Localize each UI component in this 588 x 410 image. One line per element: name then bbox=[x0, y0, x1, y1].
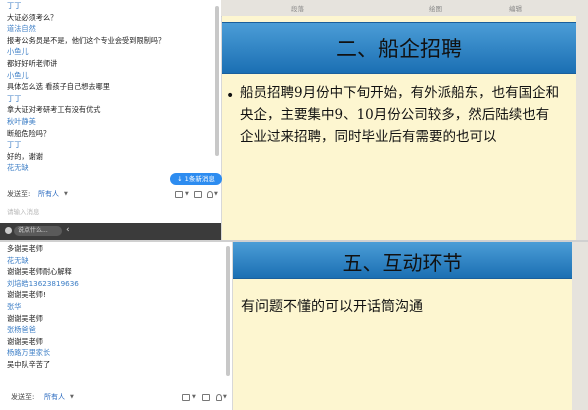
slide-body-text: 有问题不懂的可以开话筒沟通 bbox=[241, 299, 423, 315]
chevron-down-icon[interactable]: ▼ bbox=[223, 390, 227, 404]
chat-message-text: 大证必须考么？ bbox=[7, 12, 58, 22]
chat-scrollbar[interactable] bbox=[226, 246, 230, 376]
slide-title: 二、船企招聘 bbox=[336, 37, 462, 61]
chat-message-text: 具体怎么选 看孩子自己想去哪里 bbox=[7, 82, 110, 92]
chat-sender-name[interactable]: 花无缺 bbox=[7, 163, 29, 172]
chat-message-text: 多谢吴老师 bbox=[7, 244, 43, 253]
quick-reply-input[interactable]: 说点什么... bbox=[14, 226, 62, 236]
ribbon-label-paragraph: 段落 bbox=[291, 5, 304, 13]
slide-title: 五、互动环节 bbox=[342, 251, 463, 275]
chat-bubble-icon[interactable] bbox=[5, 227, 12, 234]
send-to-label: 发送至: bbox=[11, 393, 35, 401]
chevron-left-icon[interactable]: ‹ bbox=[66, 225, 70, 235]
chevron-down-icon[interactable]: ▼ bbox=[214, 187, 218, 201]
send-to-select[interactable]: 所有人 bbox=[38, 187, 59, 201]
chat-scrollbar[interactable] bbox=[215, 6, 219, 156]
person-icon[interactable] bbox=[216, 394, 222, 401]
chat-sender-name[interactable]: 道法自然 bbox=[7, 24, 36, 33]
chat-message-text: 谢谢吴老师 bbox=[7, 336, 43, 346]
bullet-icon: • bbox=[226, 88, 235, 104]
chevron-down-icon[interactable]: ▼ bbox=[64, 187, 68, 201]
chat-message-text: 都好好听老师讲 bbox=[7, 59, 58, 68]
person-icon[interactable] bbox=[207, 191, 213, 198]
chat-sender-name[interactable]: 小鱼儿 bbox=[7, 71, 29, 80]
chat-sender-name[interactable]: 杨路万里家长 bbox=[7, 348, 50, 357]
bottom-screen: 多谢吴老师花无缺谢谢吴老师耐心解释 刘培皓13623819636 谢谢吴老师! 张华谢… bbox=[0, 242, 588, 410]
chat-message-text: 好的，谢谢 bbox=[7, 151, 43, 161]
chevron-down-icon[interactable]: ▼ bbox=[70, 390, 74, 404]
chat-sender-name[interactable]: 丁丁 bbox=[7, 94, 21, 103]
slide: 二、船企招聘 • 船员招聘9月份中下旬开始，有外派船东，也有国企和央企，主要集中… bbox=[222, 16, 576, 240]
chat-sender-name[interactable]: 丁丁 bbox=[7, 140, 21, 149]
chat-sender-name[interactable]: 刘培皓13623819636 bbox=[7, 279, 79, 288]
send-to-label: 发送至: bbox=[7, 190, 31, 198]
chat-message-text: 拿大证对考研考工有没有优式 bbox=[7, 105, 101, 115]
ribbon-label-edit: 编辑 bbox=[509, 5, 522, 13]
chat-message-text: 谢谢吴老师耐心解释 bbox=[7, 267, 72, 277]
top-screen: 丁丁 大证必须考么？ 道法自然 报考公务员是不是，他们这个专业会受到限制吗？ 小鱼儿 都好… bbox=[0, 0, 588, 240]
slide-scroll-area[interactable] bbox=[572, 242, 588, 410]
chat-sender-name[interactable]: 张杨爸爸 bbox=[7, 325, 36, 334]
chevron-down-icon[interactable]: ▼ bbox=[192, 390, 196, 404]
chat-sender-name[interactable]: 秋叶静美 bbox=[7, 117, 36, 126]
chat-sender-name[interactable]: 丁丁 bbox=[7, 1, 21, 10]
ribbon-bar: 段落 绘图 编辑 bbox=[221, 0, 588, 17]
chat-sender-name[interactable]: 小鱼儿 bbox=[7, 47, 29, 56]
slide-scroll-area[interactable] bbox=[576, 16, 588, 240]
send-to-bar: 发送至: 所有人 ▼ ▼ ▼ bbox=[0, 187, 221, 201]
quick-reply-bar: 说点什么... ‹ bbox=[0, 223, 221, 240]
send-to-bar: 发送至: 所有人 ▼ ▼ ▼ bbox=[0, 390, 232, 404]
chat-panel: 多谢吴老师花无缺谢谢吴老师耐心解释 刘培皓13623819636 谢谢吴老师! 张华谢… bbox=[0, 242, 233, 410]
chat-message-text: 谢谢吴老师! bbox=[7, 290, 46, 300]
chevron-down-icon[interactable]: ▼ bbox=[185, 187, 189, 201]
chat-message-text: 吴中队辛苦了 bbox=[7, 360, 51, 369]
slide: 五、互动环节 有问题不懂的可以开话筒沟通 bbox=[233, 242, 572, 410]
gift-icon[interactable] bbox=[202, 394, 210, 401]
slide-title-band: 二、船企招聘 bbox=[222, 22, 576, 74]
chat-message-text: 报考公务员是不是，他们这个专业会受到限制吗？ bbox=[7, 35, 166, 45]
chat-sender-name[interactable]: 花无缺 bbox=[7, 256, 29, 265]
message-input-placeholder: 请输入消息 bbox=[7, 208, 40, 216]
chat-sender-name[interactable]: 张华 bbox=[7, 302, 21, 311]
chat-panel: 丁丁 大证必须考么？ 道法自然 报考公务员是不是，他们这个专业会受到限制吗？ 小鱼儿 都好… bbox=[0, 0, 222, 240]
chat-message-text: 断船危险吗？ bbox=[7, 128, 51, 138]
slide-body-text: 船员招聘9月份中下旬开始，有外派船东，也有国企和央企，主要集中9、10月份公司较… bbox=[240, 85, 560, 145]
ribbon-label-drawing: 绘图 bbox=[429, 5, 442, 13]
send-to-select[interactable]: 所有人 bbox=[44, 390, 65, 404]
message-input[interactable]: 请输入消息 bbox=[0, 202, 221, 222]
file-icon[interactable] bbox=[175, 191, 183, 198]
chat-message-text: 谢谢吴老师 bbox=[7, 313, 43, 323]
new-message-button[interactable]: ↓ 1条新消息 bbox=[170, 173, 222, 185]
gift-icon[interactable] bbox=[194, 191, 202, 198]
slide-title-band: 五、互动环节 bbox=[233, 242, 572, 279]
file-icon[interactable] bbox=[182, 394, 190, 401]
